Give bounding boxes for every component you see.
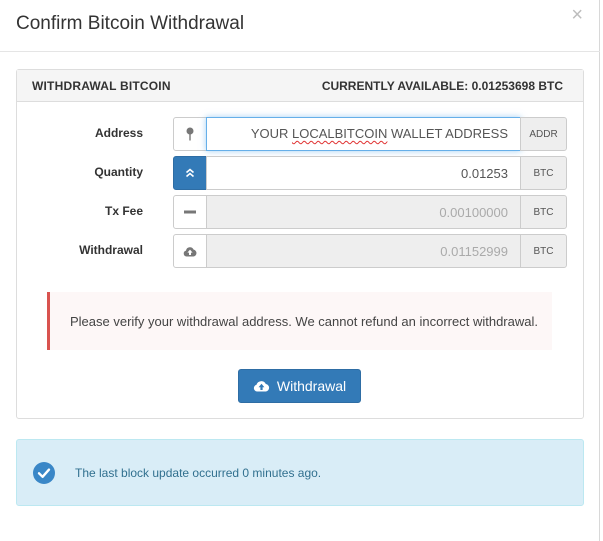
withdrawal-label: Withdrawal (79, 243, 143, 257)
txfee-label: Tx Fee (104, 204, 143, 218)
close-icon[interactable]: × (571, 5, 583, 25)
address-value-suffix: WALLET ADDRESS (387, 126, 508, 141)
address-unit: ADDR (520, 117, 567, 151)
panel-heading: WITHDRAWAL BITCOIN CURRENTLY AVAILABLE: … (17, 70, 583, 102)
cloud-upload-icon (253, 381, 269, 392)
withdrawal-modal: Confirm Bitcoin Withdrawal × WITHDRAWAL … (0, 0, 600, 541)
quantity-label: Quantity (94, 165, 143, 179)
cloud-upload-icon (173, 234, 207, 268)
quantity-row: Quantity BTC (17, 156, 583, 190)
txfee-input (206, 195, 521, 229)
withdrawal-button[interactable]: Withdrawal (238, 369, 361, 403)
block-update-info: The last block update occurred 0 minutes… (16, 439, 584, 506)
panel-heading-title: WITHDRAWAL BITCOIN (32, 79, 171, 93)
modal-header: Confirm Bitcoin Withdrawal × (0, 0, 600, 52)
map-pin-icon (173, 117, 207, 151)
txfee-unit: BTC (520, 195, 567, 229)
address-input[interactable]: YOUR LOCALBITCOIN WALLET ADDRESS (206, 117, 521, 151)
quantity-input[interactable] (206, 156, 521, 190)
withdrawal-amount-input (206, 234, 521, 268)
quantity-unit: BTC (520, 156, 567, 190)
address-value-misspelled: LOCALBITCOIN (291, 126, 388, 141)
withdrawal-unit: BTC (520, 234, 567, 268)
check-circle-icon (33, 462, 55, 484)
withdrawal-row: Withdrawal BTC (17, 234, 583, 268)
txfee-row: Tx Fee BTC (17, 195, 583, 229)
address-label: Address (94, 126, 143, 140)
modal-title: Confirm Bitcoin Withdrawal (16, 13, 245, 34)
minus-icon (173, 195, 207, 229)
address-row: Address YOUR LOCALBITCOIN WALLET ADDRESS… (17, 117, 583, 151)
alert-text: Please verify your withdrawal address. W… (70, 314, 538, 329)
available-balance: CURRENTLY AVAILABLE: 0.01253698 BTC (321, 79, 563, 93)
address-value-prefix: YOUR (250, 126, 292, 141)
block-update-text: The last block update occurred 0 minutes… (75, 466, 322, 480)
verify-address-alert: Please verify your withdrawal address. W… (47, 292, 552, 350)
withdrawal-panel: WITHDRAWAL BITCOIN CURRENTLY AVAILABLE: … (16, 69, 584, 419)
chevron-up-double-icon[interactable] (173, 156, 207, 190)
withdrawal-button-label: Withdrawal (276, 378, 347, 394)
